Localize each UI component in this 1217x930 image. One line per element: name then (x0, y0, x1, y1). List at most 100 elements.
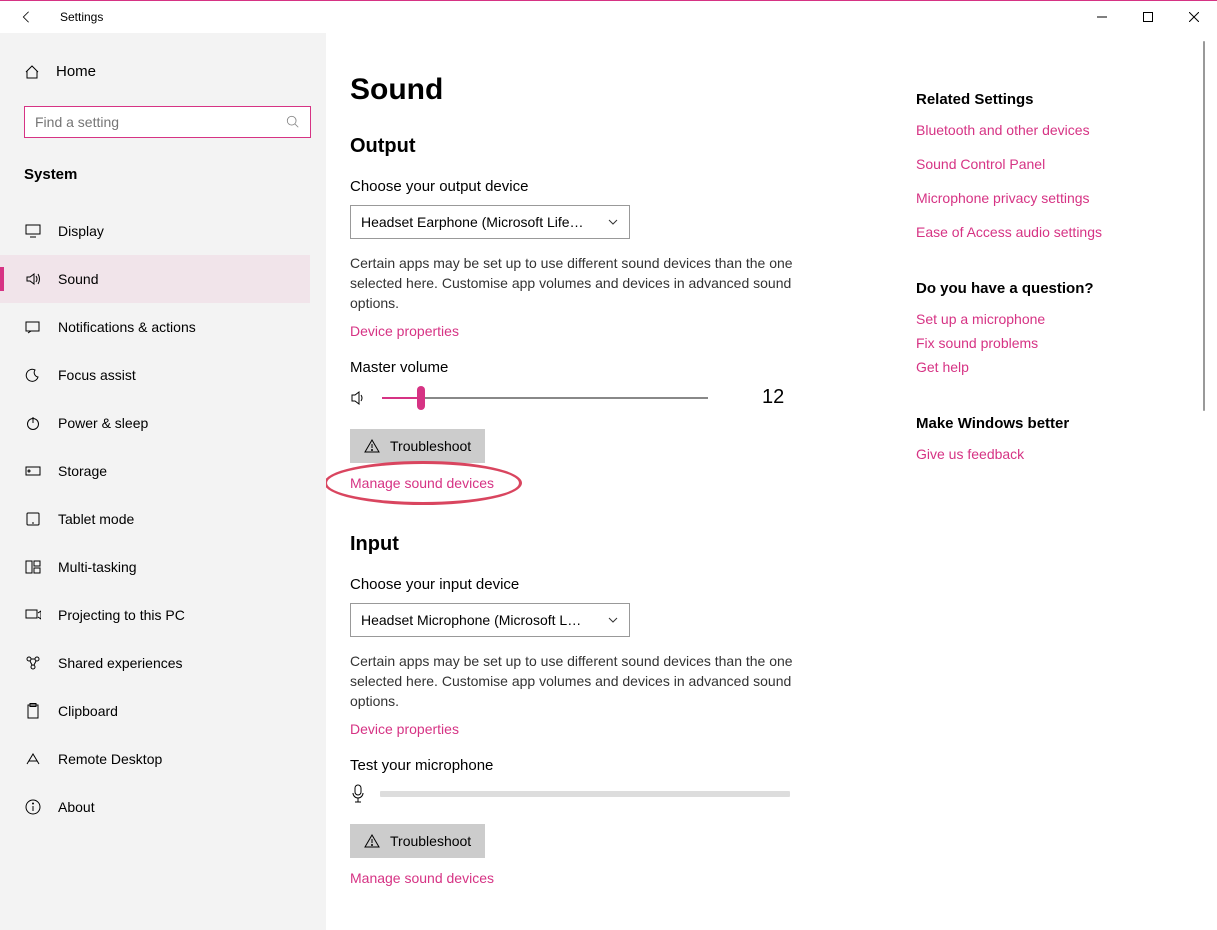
input-device-dropdown[interactable]: Headset Microphone (Microsoft L… (350, 603, 630, 637)
troubleshoot-label: Troubleshoot (390, 438, 471, 454)
search-input[interactable] (35, 114, 286, 130)
info-icon (24, 799, 42, 815)
sidebar-item-clipboard[interactable]: Clipboard (0, 687, 310, 735)
back-button[interactable] (16, 7, 36, 27)
sidebar-section-label: System (24, 166, 310, 183)
minimize-button[interactable] (1079, 1, 1125, 33)
warning-icon (364, 833, 380, 849)
related-link-ease-of-access[interactable]: Ease of Access audio settings (916, 224, 1166, 240)
sidebar-item-storage[interactable]: Storage (0, 447, 310, 495)
maximize-icon (1143, 12, 1153, 22)
input-heading: Input (350, 533, 886, 556)
microphone-icon (350, 784, 366, 804)
output-manage-sound-devices-link[interactable]: Manage sound devices (350, 475, 494, 491)
input-troubleshoot-button[interactable]: Troubleshoot (350, 824, 485, 858)
volume-slider[interactable] (382, 397, 708, 399)
sidebar-item-shared-experiences[interactable]: Shared experiences (0, 639, 310, 687)
sidebar-item-label: Remote Desktop (58, 751, 162, 767)
sidebar-item-label: Display (58, 223, 104, 239)
sidebar-item-projecting[interactable]: Projecting to this PC (0, 591, 310, 639)
sidebar-item-power-sleep[interactable]: Power & sleep (0, 399, 310, 447)
sidebar-item-label: About (58, 799, 95, 815)
output-troubleshoot-button[interactable]: Troubleshoot (350, 429, 485, 463)
power-icon (24, 415, 42, 431)
maximize-button[interactable] (1125, 1, 1171, 33)
warning-icon (364, 438, 380, 454)
output-device-value: Headset Earphone (Microsoft Life… (361, 214, 584, 230)
sidebar-nav: Display Sound Notifications & actions Fo… (24, 207, 310, 831)
feedback-link[interactable]: Give us feedback (916, 446, 1166, 462)
window-title: Settings (60, 10, 103, 24)
sidebar-item-remote-desktop[interactable]: Remote Desktop (0, 735, 310, 783)
mic-test-row (350, 784, 886, 804)
home-button[interactable]: Home (24, 57, 310, 86)
storage-icon (24, 464, 42, 478)
sidebar-item-label: Storage (58, 463, 107, 479)
volume-value: 12 (762, 386, 784, 409)
arrow-left-icon (19, 10, 33, 24)
speaker-icon (350, 390, 368, 406)
sidebar-item-label: Tablet mode (58, 511, 134, 527)
sidebar-item-label: Shared experiences (58, 655, 183, 671)
input-device-properties-link[interactable]: Device properties (350, 721, 459, 737)
sidebar-item-notifications[interactable]: Notifications & actions (0, 303, 310, 351)
page-title: Sound (350, 73, 886, 107)
related-link-sound-control-panel[interactable]: Sound Control Panel (916, 156, 1166, 172)
chevron-down-icon (607, 614, 619, 626)
scrollbar[interactable] (1203, 41, 1205, 411)
sidebar-item-label: Multi-tasking (58, 559, 137, 575)
sidebar-item-about[interactable]: About (0, 783, 310, 831)
right-panel: Related Settings Bluetooth and other dev… (886, 33, 1166, 930)
search-icon (286, 115, 300, 129)
titlebar: Settings (0, 1, 1217, 33)
focus-assist-icon (24, 367, 42, 383)
help-link-setup-microphone[interactable]: Set up a microphone (916, 311, 1166, 327)
help-link-fix-sound[interactable]: Fix sound problems (916, 335, 1166, 351)
clipboard-icon (24, 703, 42, 719)
input-description: Certain apps may be set up to use differ… (350, 651, 800, 711)
related-link-bluetooth[interactable]: Bluetooth and other devices (916, 122, 1166, 138)
sound-icon (24, 272, 42, 286)
output-device-dropdown[interactable]: Headset Earphone (Microsoft Life… (350, 205, 630, 239)
home-label: Home (56, 63, 96, 80)
sidebar-item-sound[interactable]: Sound (0, 255, 310, 303)
sidebar-item-tablet-mode[interactable]: Tablet mode (0, 495, 310, 543)
projecting-icon (24, 608, 42, 622)
related-settings-heading: Related Settings (916, 91, 1166, 108)
display-icon (24, 224, 42, 238)
window-controls (1079, 1, 1217, 33)
sidebar-item-label: Power & sleep (58, 415, 148, 431)
close-icon (1189, 12, 1199, 22)
close-button[interactable] (1171, 1, 1217, 33)
remote-desktop-icon (24, 752, 42, 766)
question-heading: Do you have a question? (916, 280, 1166, 297)
sidebar-item-multitasking[interactable]: Multi-tasking (0, 543, 310, 591)
sidebar-item-label: Sound (58, 271, 98, 287)
sidebar-item-label: Projecting to this PC (58, 607, 185, 623)
output-heading: Output (350, 135, 886, 158)
troubleshoot-label: Troubleshoot (390, 833, 471, 849)
volume-slider-row: 12 (350, 386, 886, 409)
notifications-icon (24, 320, 42, 334)
test-microphone-label: Test your microphone (350, 757, 886, 774)
help-link-get-help[interactable]: Get help (916, 359, 1166, 375)
sidebar-item-display[interactable]: Display (0, 207, 310, 255)
content: Sound Output Choose your output device H… (326, 33, 1217, 930)
sidebar-item-focus-assist[interactable]: Focus assist (0, 351, 310, 399)
search-box[interactable] (24, 106, 311, 138)
sidebar: Home System Display Sound Notifications … (0, 33, 326, 930)
tablet-icon (24, 512, 42, 526)
multitasking-icon (24, 560, 42, 574)
shared-icon (24, 655, 42, 671)
sidebar-item-label: Clipboard (58, 703, 118, 719)
related-link-microphone-privacy[interactable]: Microphone privacy settings (916, 190, 1166, 206)
output-device-properties-link[interactable]: Device properties (350, 323, 459, 339)
chevron-down-icon (607, 216, 619, 228)
minimize-icon (1097, 12, 1107, 22)
sidebar-item-label: Focus assist (58, 367, 136, 383)
make-windows-better-heading: Make Windows better (916, 415, 1166, 432)
input-manage-sound-devices-link[interactable]: Manage sound devices (350, 870, 494, 886)
output-description: Certain apps may be set up to use differ… (350, 253, 800, 313)
input-device-value: Headset Microphone (Microsoft L… (361, 612, 581, 628)
volume-slider-thumb[interactable] (417, 386, 425, 410)
